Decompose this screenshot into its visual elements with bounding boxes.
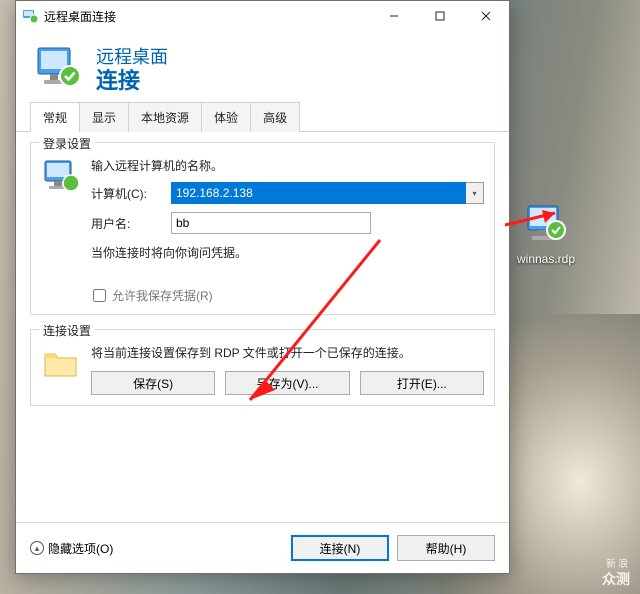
minimize-button[interactable]	[371, 1, 417, 31]
username-input[interactable]	[171, 212, 371, 234]
rdp-dialog: 远程桌面连接 远程桌面 连接 常规 显示 本地资源 体验 高级 登录设置	[15, 0, 510, 574]
watermark: 新浪 众测	[602, 559, 630, 588]
tab-experience[interactable]: 体验	[201, 102, 251, 132]
tab-local-resources[interactable]: 本地资源	[128, 102, 202, 132]
dialog-banner: 远程桌面 连接	[16, 31, 509, 101]
hide-options-label: 隐藏选项(O)	[48, 540, 113, 557]
tab-advanced[interactable]: 高级	[250, 102, 300, 132]
tab-display[interactable]: 显示	[79, 102, 129, 132]
save-button[interactable]: 保存(S)	[91, 371, 215, 395]
connect-button[interactable]: 连接(N)	[291, 535, 389, 561]
username-label: 用户名:	[91, 215, 163, 232]
tab-general[interactable]: 常规	[30, 102, 80, 132]
computer-dropdown-button[interactable]: ▾	[466, 182, 484, 204]
watermark-line2: 众测	[602, 571, 630, 588]
login-group-title: 登录设置	[39, 135, 95, 152]
save-credentials-checkbox[interactable]	[93, 289, 106, 302]
hide-options-toggle[interactable]: ▴ 隐藏选项(O)	[30, 540, 283, 557]
banner-line2: 连接	[96, 69, 168, 93]
watermark-line1: 新浪	[602, 559, 630, 571]
banner-line1: 远程桌面	[96, 43, 168, 69]
desktop-file-label: winnas.rdp	[510, 252, 582, 266]
login-prompt: 输入远程计算机的名称。	[91, 157, 484, 174]
collapse-up-icon: ▴	[30, 541, 44, 555]
close-button[interactable]	[463, 1, 509, 31]
help-button[interactable]: 帮助(H)	[397, 535, 495, 561]
folder-icon	[41, 344, 81, 395]
conn-desc: 将当前连接设置保存到 RDP 文件或打开一个已保存的连接。	[91, 344, 484, 361]
titlebar[interactable]: 远程桌面连接	[16, 1, 509, 31]
banner-computer-icon	[34, 44, 82, 92]
desktop-rdp-file[interactable]: winnas.rdp	[510, 200, 582, 266]
tab-panel-general: 登录设置 输入远程计算机的名称。 计算机(C): ▾	[16, 132, 509, 522]
app-icon	[22, 8, 38, 24]
dialog-footer: ▴ 隐藏选项(O) 连接(N) 帮助(H)	[16, 522, 509, 573]
save-as-button[interactable]: 另存为(V)...	[225, 371, 349, 395]
open-button[interactable]: 打开(E)...	[360, 371, 484, 395]
connection-settings-group: 连接设置 将当前连接设置保存到 RDP 文件或打开一个已保存的连接。 保存(S)…	[30, 329, 495, 406]
conn-group-title: 连接设置	[39, 322, 95, 339]
save-credentials-label: 允许我保存凭据(R)	[112, 287, 213, 304]
computer-label: 计算机(C):	[91, 185, 163, 202]
login-settings-group: 登录设置 输入远程计算机的名称。 计算机(C): ▾	[30, 142, 495, 315]
login-computer-icon	[41, 157, 81, 265]
maximize-button[interactable]	[417, 1, 463, 31]
computer-input[interactable]	[171, 182, 466, 204]
window-title: 远程桌面连接	[44, 8, 371, 25]
chevron-down-icon: ▾	[472, 189, 476, 198]
tabs: 常规 显示 本地资源 体验 高级	[16, 101, 509, 132]
credentials-hint: 当你连接时将向你询问凭据。	[91, 244, 484, 261]
rdp-file-icon	[522, 200, 570, 248]
